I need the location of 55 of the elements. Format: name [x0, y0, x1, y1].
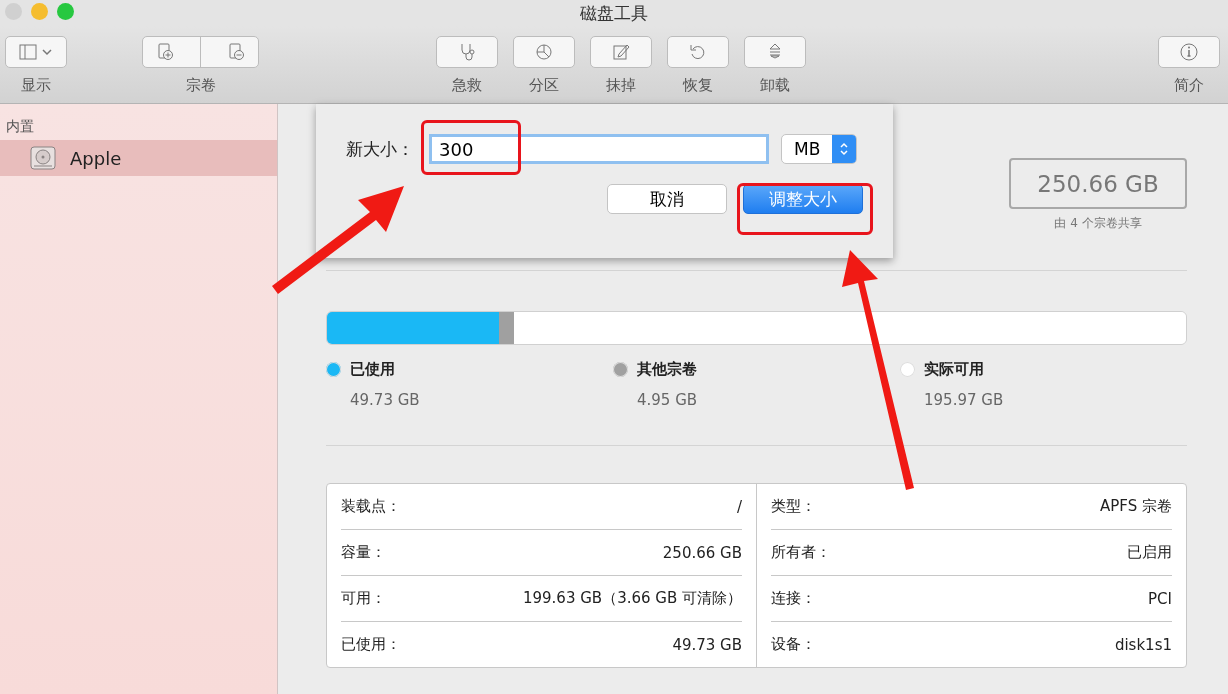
legend-value: 49.73 GB	[349, 391, 421, 409]
info-value: /	[736, 497, 742, 516]
sidebar-caret-icon	[19, 42, 53, 62]
pencil-icon	[611, 42, 631, 62]
erase-button[interactable]	[590, 36, 652, 68]
legend-label: 其他宗卷	[637, 360, 697, 379]
toolbar-label: 宗卷	[185, 76, 216, 95]
legend-label: 实际可用	[924, 360, 984, 379]
pie-icon	[534, 42, 554, 62]
info-label: 类型：	[771, 497, 816, 516]
info-label: 容量：	[341, 543, 386, 562]
info-value: 199.63 GB（3.66 GB 可清除）	[522, 589, 742, 608]
info-value: 250.66 GB	[662, 543, 742, 562]
sidebar-item[interactable]: Apple	[0, 140, 277, 176]
zoom-button[interactable]	[57, 3, 74, 20]
info-label: 连接：	[771, 589, 816, 608]
info-value: PCI	[1148, 589, 1172, 608]
toolbar-label: 卸载	[760, 76, 790, 95]
info-button[interactable]	[1158, 36, 1220, 68]
info-value: 49.73 GB	[672, 635, 742, 654]
unmount-button[interactable]	[744, 36, 806, 68]
cancel-button[interactable]: 取消	[607, 184, 727, 214]
legend-value: 195.97 GB	[923, 391, 1005, 409]
unit-dropdown[interactable]: MB	[781, 134, 857, 164]
info-label: 装载点：	[341, 497, 401, 516]
toolbar-label: 分区	[529, 76, 559, 95]
restore-button[interactable]	[667, 36, 729, 68]
window-title: 磁盘工具	[580, 1, 648, 25]
sidebar-section-header: 内置	[5, 117, 35, 136]
info-value: 已启用	[1127, 543, 1172, 562]
info-label: 可用：	[341, 589, 386, 608]
info-label: 设备：	[771, 635, 816, 654]
firstaid-button[interactable]	[436, 36, 498, 68]
size-label: 新大小：	[346, 137, 415, 161]
info-value: APFS 宗卷	[1100, 497, 1172, 516]
toolbar-label: 恢复	[683, 76, 713, 95]
volume-segmented-control[interactable]	[142, 36, 259, 68]
capacity-value: 250.66 GB	[1009, 158, 1187, 209]
legend-label: 已使用	[350, 360, 395, 379]
add-volume-icon	[155, 42, 176, 62]
toolbar-label: 简介	[1174, 76, 1204, 95]
size-input[interactable]: 300	[429, 134, 769, 164]
toolbar-label: 抹掉	[606, 76, 636, 95]
partition-button[interactable]	[513, 36, 575, 68]
view-button[interactable]	[5, 36, 67, 68]
stepper-icon	[832, 135, 856, 163]
legend-value: 4.95 GB	[636, 391, 699, 409]
capacity-note: 由 4 个宗卷共享	[1054, 215, 1142, 232]
info-label: 已使用：	[341, 635, 401, 654]
toolbar-label: 急救	[452, 76, 482, 95]
info-icon	[1179, 42, 1199, 62]
info-value: disk1s1	[1114, 635, 1172, 654]
info-label: 所有者：	[771, 543, 831, 562]
minimize-button[interactable]	[31, 3, 48, 20]
toolbar-label: 显示	[21, 76, 51, 95]
